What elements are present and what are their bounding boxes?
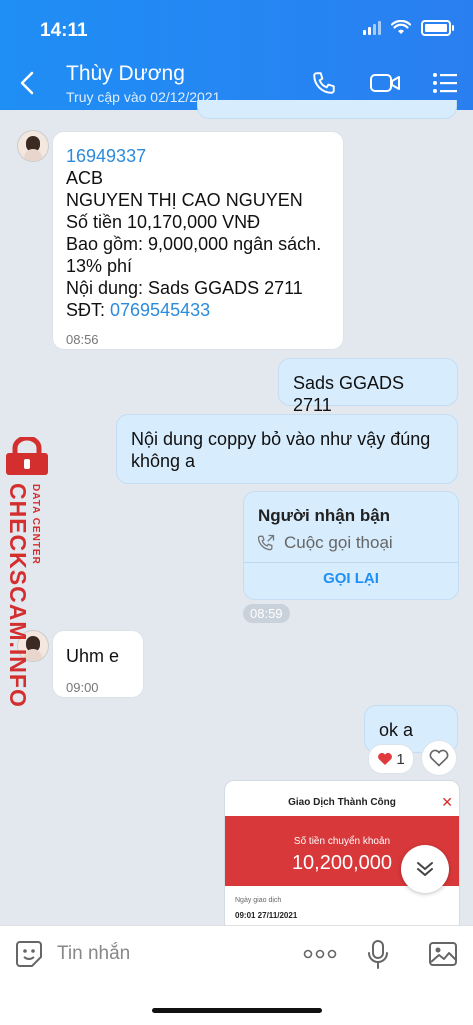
react-button[interactable] (421, 740, 457, 776)
call-type: Cuộc gọi thoại (284, 533, 393, 552)
microphone-icon (368, 940, 388, 969)
voice-call-button[interactable] (309, 68, 339, 98)
message-time: 08:56 (66, 332, 99, 347)
incoming-message[interactable]: Uhm e 09:00 (52, 630, 144, 698)
message-time: 09:00 (66, 680, 99, 695)
photo-button[interactable] (426, 938, 460, 970)
voice-message-button[interactable] (364, 938, 392, 972)
chat-header: 14:11 Thùy Dương Truy cập vào 02/12/2021 (0, 0, 473, 110)
receipt-title: Giao Dịch Thành Công (288, 797, 396, 808)
account-number[interactable]: 16949337 (66, 145, 330, 167)
lock-icon (6, 437, 48, 475)
phone-line: SĐT: 0769545433 (66, 299, 330, 321)
watermark: CHECKSCAM.INFO DATA CENTER (0, 437, 56, 708)
date-label: Ngày giao dịch (235, 897, 282, 904)
close-icon: ✕ (441, 794, 453, 810)
battery-icon (421, 20, 454, 36)
contact-name[interactable]: Thùy Dương (66, 62, 185, 86)
message-input[interactable]: Tin nhắn (57, 943, 130, 965)
message-line: Bao gồm: 9,000,000 ngân sách. (66, 234, 322, 254)
outgoing-message[interactable]: Nội dung coppy bỏ vào như vậy đúng không… (116, 414, 458, 484)
more-icon (303, 949, 337, 959)
scroll-to-bottom-button[interactable] (401, 845, 449, 893)
menu-icon (433, 73, 457, 93)
message-text: ok a (379, 720, 414, 740)
message-time: 08:59 (243, 604, 290, 623)
watermark-sub: DATA CENTER (30, 484, 41, 565)
sticker-icon (16, 941, 42, 967)
phone-label: SĐT: (66, 300, 111, 320)
more-button[interactable] (302, 944, 338, 964)
message-line: không a (131, 451, 196, 471)
message-text: Sads GGADS 2711 (293, 373, 405, 415)
avatar[interactable] (17, 130, 49, 162)
video-icon (370, 74, 400, 92)
divider (244, 562, 458, 563)
double-chevron-down-icon (417, 862, 433, 876)
message-line: Nội dung coppy bỏ vào như vậy đúng (131, 429, 431, 449)
incoming-message-bank-info[interactable]: 16949337 ACB NGUYEN THỊ CAO NGUYEN Số ti… (52, 131, 344, 350)
heart-icon (378, 753, 393, 765)
status-icons (363, 20, 454, 36)
back-icon (20, 71, 34, 95)
heart-outline-icon (429, 749, 449, 767)
date-value: 09:01 27/11/2021 (235, 911, 298, 920)
outgoing-call-icon (257, 534, 275, 551)
wifi-icon (391, 20, 411, 34)
message-line: NGUYEN THỊ CAO NGUYEN (66, 190, 303, 210)
outgoing-message[interactable]: Sads GGADS 2711 (278, 358, 458, 415)
back-button[interactable] (12, 66, 42, 100)
video-call-button[interactable] (368, 68, 402, 98)
previous-message-bubble (197, 100, 457, 119)
chat-menu-button[interactable] (430, 68, 460, 98)
call-back-button[interactable]: GỌI LẠI (244, 570, 458, 587)
message-line: ACB (66, 168, 104, 188)
missed-call-card: Người nhận bận Cuộc gọi thoại GỌI LẠI (243, 491, 459, 600)
status-time: 14:11 (40, 20, 88, 41)
message-text: Uhm e (66, 646, 120, 666)
signal-icon (363, 21, 381, 35)
image-icon (429, 942, 457, 966)
reaction-badge[interactable]: 1 (368, 744, 414, 774)
reaction-count: 1 (396, 750, 405, 768)
home-indicator (152, 1008, 322, 1013)
phone-icon (313, 72, 335, 94)
message-line: Số tiền 10,170,000 VNĐ (66, 212, 261, 232)
message-line: Nội dung: Sads GGADS 2711 (66, 278, 303, 298)
sticker-button[interactable] (13, 938, 45, 970)
call-status: Người nhận bận (258, 506, 391, 525)
message-line: 13% phí (66, 256, 133, 276)
phone-link[interactable]: 0769545433 (110, 300, 210, 320)
watermark-brand: CHECKSCAM.INFO (5, 483, 31, 708)
